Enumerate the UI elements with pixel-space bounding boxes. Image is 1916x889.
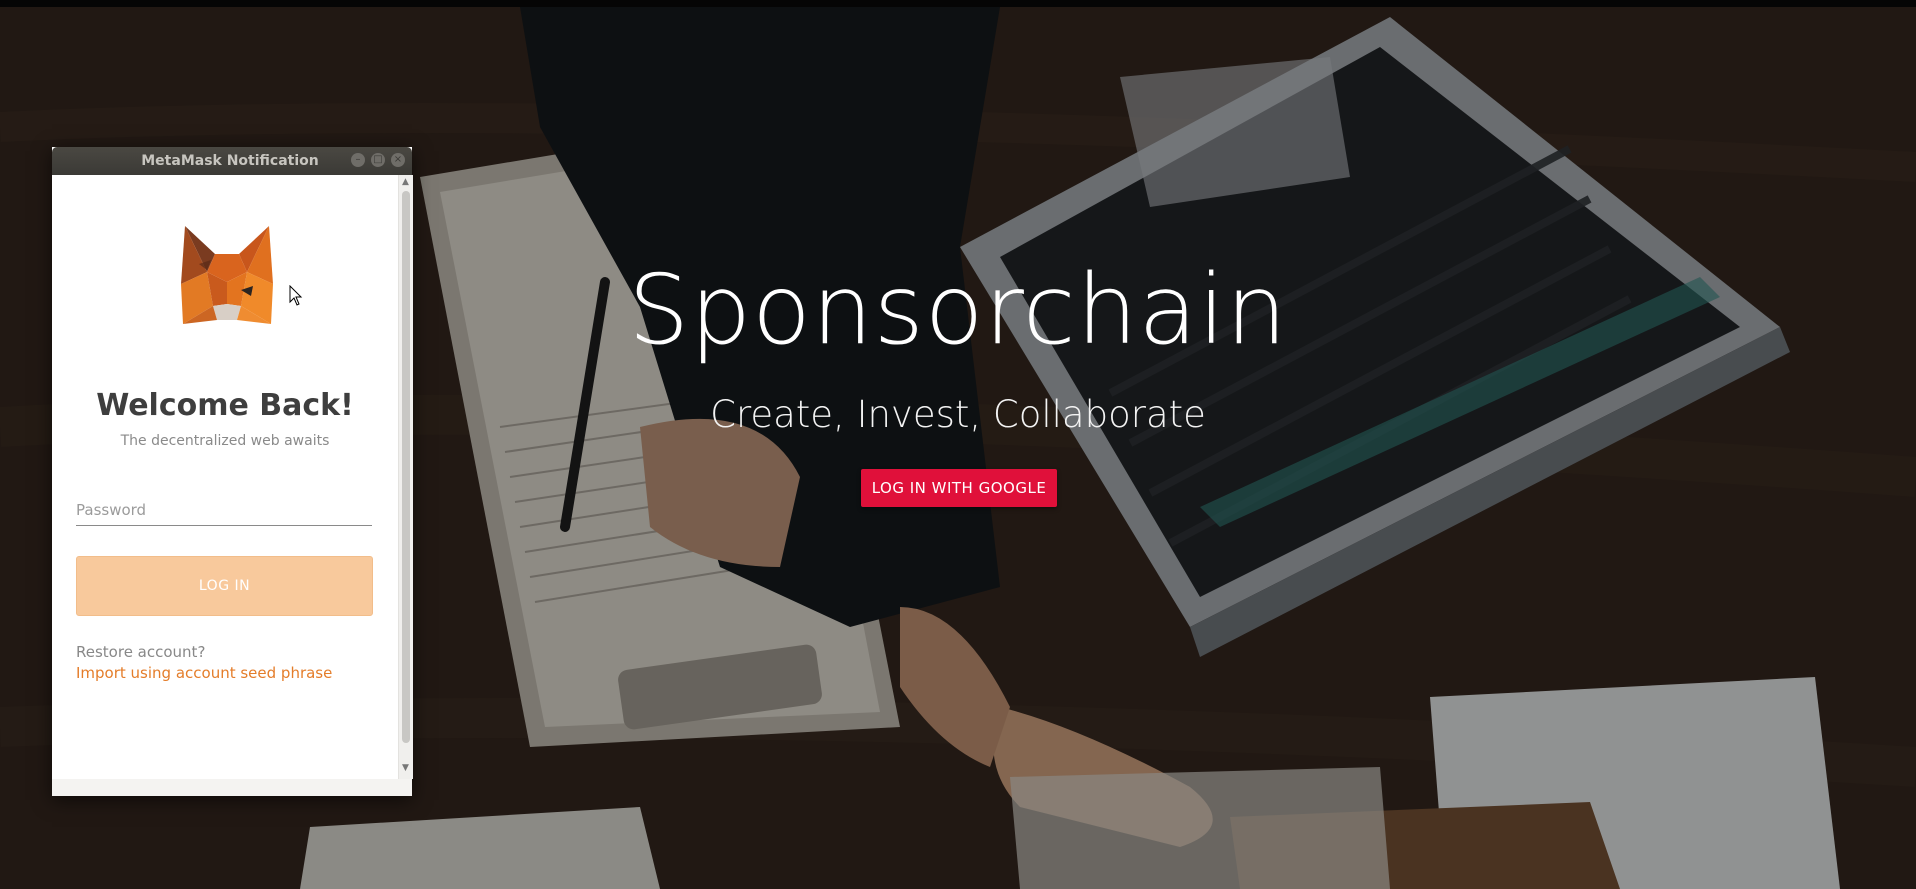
restore-account-label: Restore account? [76,643,206,661]
top-strip [0,0,1916,7]
window-bottom-bar [52,779,412,796]
minimize-icon[interactable]: – [351,153,365,167]
metamask-notification-window: MetaMask Notification – □ × Welcome Back… [52,147,413,796]
metamask-fox-icon [181,226,273,324]
metamask-content: Welcome Back! The decentralized web awai… [52,175,398,779]
scroll-up-arrow-icon[interactable]: ▲ [402,177,409,187]
google-login-button[interactable]: LOG IN WITH GOOGLE [861,469,1057,507]
maximize-icon[interactable]: □ [371,153,385,167]
close-icon[interactable]: × [391,153,405,167]
mouse-cursor-icon [289,285,303,306]
scrollbar[interactable]: ▲ ▼ [398,175,413,779]
login-button[interactable]: LOG IN [76,556,373,616]
welcome-subtitle: The decentralized web awaits [120,433,330,449]
scrollbar-thumb[interactable] [402,191,410,743]
welcome-title: Welcome Back! [96,388,354,423]
import-seed-phrase-link[interactable]: Import using account seed phrase [76,664,332,682]
scroll-down-arrow-icon[interactable]: ▼ [402,763,409,773]
window-titlebar[interactable]: MetaMask Notification – □ × [52,147,412,175]
password-field[interactable] [76,495,372,526]
